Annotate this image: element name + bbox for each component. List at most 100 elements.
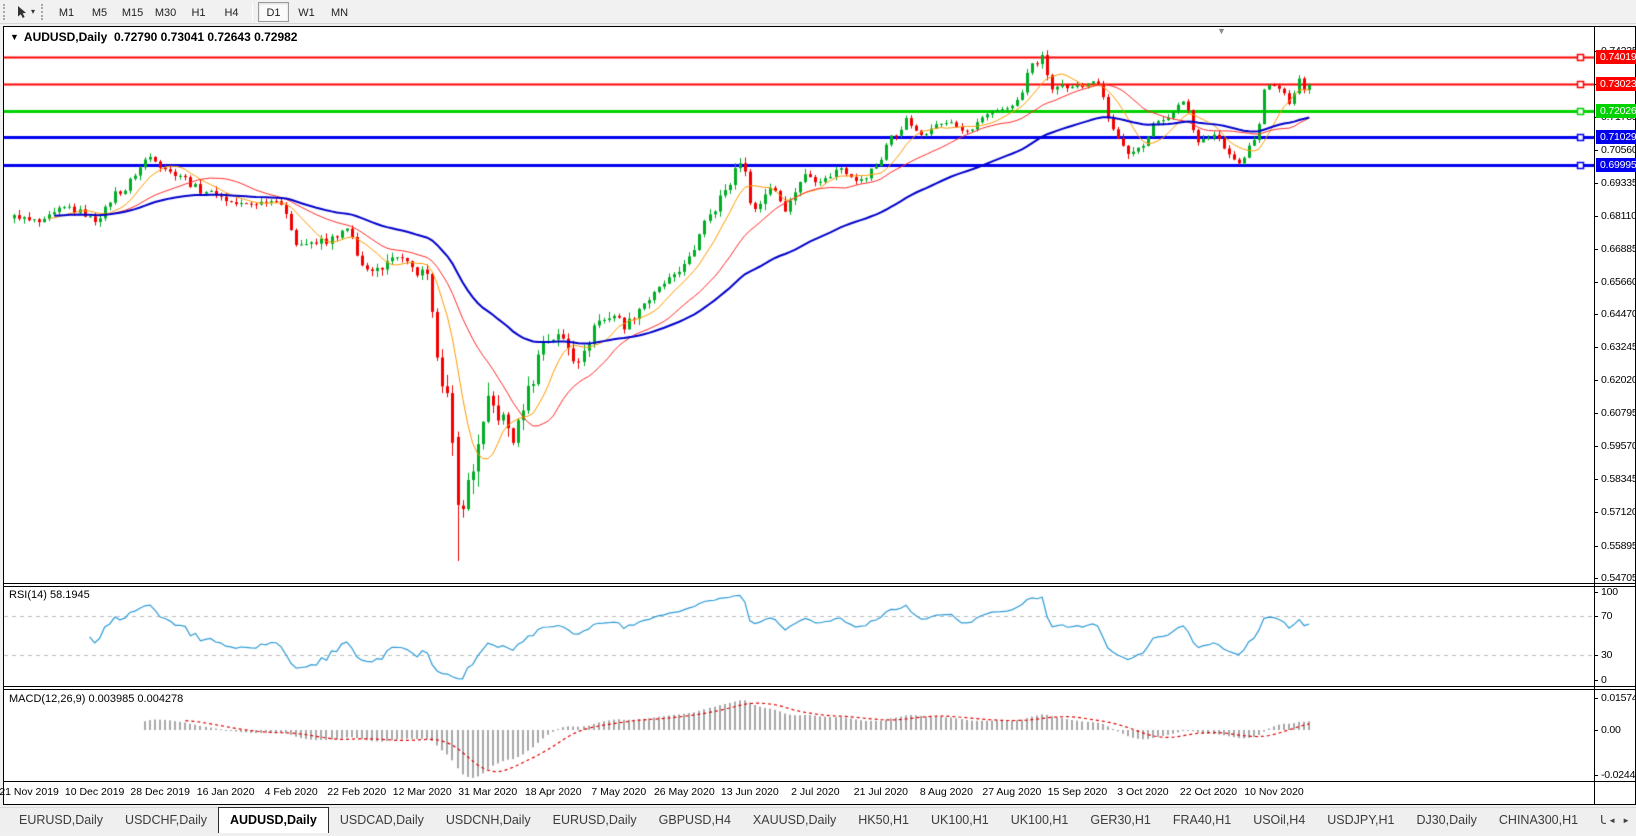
symbol-tab-usdchf-daily[interactable]: USDCHF,Daily: [114, 809, 218, 833]
price-axis-tick: 0.63245: [1595, 341, 1636, 353]
date-label: 12 Mar 2020: [393, 786, 452, 798]
date-label: 3 Oct 2020: [1117, 786, 1168, 798]
chart-symbol-title: AUDUSD,Daily: [24, 30, 107, 44]
date-label: 2 Jul 2020: [791, 786, 839, 798]
toolbar-separator: [252, 3, 253, 21]
timeframe-button-m1[interactable]: M1: [51, 2, 82, 22]
symbol-tab-xauusd-daily[interactable]: XAUUSD,Daily: [742, 809, 847, 833]
price-axis-tick: 0.64470: [1595, 308, 1636, 320]
macd-pane-canvas[interactable]: [4, 690, 1594, 781]
price-level-badge[interactable]: 0.74019: [1596, 50, 1636, 64]
symbol-tab-gbpusd-h4[interactable]: GBPUSD,H4: [648, 809, 742, 833]
date-label: 21 Jul 2020: [854, 786, 908, 798]
symbol-tab-uk100-h1[interactable]: UK100,H1: [1000, 809, 1080, 833]
timeframe-button-d1[interactable]: D1: [258, 2, 289, 22]
date-axis[interactable]: 21 Nov 201910 Dec 201928 Dec 201916 Jan …: [4, 782, 1594, 804]
price-level-badge[interactable]: 0.69995: [1596, 158, 1636, 172]
date-label: 7 May 2020: [591, 786, 646, 798]
date-label: 22 Feb 2020: [327, 786, 386, 798]
timeframe-button-h4[interactable]: H4: [216, 2, 247, 22]
symbol-tab-ger30-h1[interactable]: GER30,H1: [1079, 809, 1161, 833]
tab-scroll-right-icon[interactable]: ►: [1622, 816, 1630, 825]
symbol-tab-dj30-daily[interactable]: DJ30,Daily: [1405, 809, 1487, 833]
price-chart-canvas[interactable]: [4, 27, 1594, 583]
chart-shift-marker[interactable]: ▼: [1217, 26, 1226, 36]
rsi-indicator-label: RSI(14) 58.1945: [9, 589, 90, 601]
price-axis-tick: 0.59570: [1595, 440, 1636, 452]
symbol-tab-usoil-da[interactable]: USOil,Da: [1589, 809, 1606, 833]
timeframe-button-w1[interactable]: W1: [291, 2, 322, 22]
price-level-badge[interactable]: 0.71029: [1596, 130, 1636, 144]
price-level-badge[interactable]: 0.72026: [1596, 104, 1636, 118]
date-label: 28 Dec 2019: [130, 786, 190, 798]
timeframe-button-m15[interactable]: M15: [117, 2, 148, 22]
price-axis[interactable]: 0.742350.730100.717850.705600.693350.681…: [1595, 27, 1636, 804]
price-axis-tick: 100: [1595, 586, 1636, 598]
pane-separator[interactable]: [4, 583, 1635, 587]
price-axis-tick: 0.68110: [1595, 210, 1636, 222]
toolbar-grip-2[interactable]: [41, 4, 46, 20]
price-axis-tick: 0.60795: [1595, 407, 1636, 419]
price-axis-tick: 30: [1595, 649, 1636, 661]
date-label: 21 Nov 2019: [0, 786, 59, 798]
symbol-tab-usdcnh-daily[interactable]: USDCNH,Daily: [435, 809, 542, 833]
symbol-tab-usdjpy-h1[interactable]: USDJPY,H1: [1316, 809, 1405, 833]
tab-scroll-arrows: ◄ ►: [1606, 807, 1636, 833]
price-level-badge[interactable]: 0.73023: [1596, 77, 1636, 91]
symbol-tab-eurusd-daily[interactable]: EURUSD,Daily: [542, 809, 648, 833]
date-label: 8 Aug 2020: [920, 786, 973, 798]
date-label: 22 Oct 2020: [1180, 786, 1237, 798]
date-label: 4 Feb 2020: [265, 786, 318, 798]
date-label: 31 Mar 2020: [458, 786, 517, 798]
symbol-tab-usoil-h4[interactable]: USOil,H4: [1242, 809, 1316, 833]
price-axis-tick: 0: [1595, 674, 1636, 686]
price-axis-tick: 0.66885: [1595, 243, 1636, 255]
macd-indicator-label: MACD(12,26,9) 0.003985 0.004278: [9, 693, 183, 705]
timeframe-button-m5[interactable]: M5: [84, 2, 115, 22]
price-axis-tick: 0.00: [1595, 724, 1636, 736]
symbol-tab-eurusd-daily[interactable]: EURUSD,Daily: [8, 809, 114, 833]
symbol-tab-bar: EURUSD,DailyUSDCHF,DailyAUDUSD,DailyUSDC…: [0, 807, 1636, 833]
rsi-pane-canvas[interactable]: [4, 586, 1594, 686]
symbol-tab-hk50-h1[interactable]: HK50,H1: [847, 809, 920, 833]
price-axis-tick: 0.015741: [1595, 692, 1636, 704]
timeframe-button-m30[interactable]: M30: [150, 2, 181, 22]
timeframe-button-group: M1M5M15M30H1H4 D1W1MN: [50, 2, 356, 22]
cursor-tool-button[interactable]: ▾: [12, 2, 38, 22]
chart-window: ▼ AUDUSD,Daily 0.72790 0.73041 0.72643 0.…: [3, 26, 1636, 805]
date-label: 18 Apr 2020: [525, 786, 582, 798]
price-axis-tick: 0.55895: [1595, 540, 1636, 552]
price-axis-tick: 0.58345: [1595, 473, 1636, 485]
chart-ohlc-values: 0.72790 0.73041 0.72643 0.72982: [114, 30, 298, 44]
date-label: 15 Sep 2020: [1048, 786, 1108, 798]
chevron-down-icon: ▾: [31, 7, 35, 16]
date-label: 10 Dec 2019: [65, 786, 125, 798]
date-label: 10 Nov 2020: [1244, 786, 1304, 798]
symbol-tab-fra40-h1[interactable]: FRA40,H1: [1162, 809, 1242, 833]
symbol-tabs: EURUSD,DailyUSDCHF,DailyAUDUSD,DailyUSDC…: [0, 807, 1606, 833]
symbol-tab-audusd-daily[interactable]: AUDUSD,Daily: [218, 807, 329, 833]
mt4-window: ▾ M1M5M15M30H1H4 D1W1MN ▼ AUDUSD,Daily 0.7…: [0, 0, 1636, 836]
price-axis-tick: 0.54705: [1595, 572, 1636, 584]
chart-title: ▼ AUDUSD,Daily 0.72790 0.73041 0.72643 0.…: [10, 30, 297, 44]
timeframe-button-h1[interactable]: H1: [183, 2, 214, 22]
date-label: 27 Aug 2020: [982, 786, 1041, 798]
timeframe-button-mn[interactable]: MN: [324, 2, 355, 22]
tab-scroll-left-icon[interactable]: ◄: [1608, 816, 1616, 825]
date-label: 13 Jun 2020: [721, 786, 779, 798]
symbol-tab-china300-h1[interactable]: CHINA300,H1: [1488, 809, 1589, 833]
cursor-icon: [15, 5, 29, 19]
price-axis-tick: 0.70560: [1595, 144, 1636, 156]
symbol-tab-usdcad-daily[interactable]: USDCAD,Daily: [329, 809, 435, 833]
pane-separator[interactable]: [4, 686, 1635, 690]
chart-menu-icon[interactable]: ▼: [10, 32, 19, 42]
toolbar-grip[interactable]: [3, 4, 8, 20]
price-axis-tick: -0.024412: [1595, 769, 1636, 781]
date-label: 26 May 2020: [654, 786, 715, 798]
date-label: 16 Jan 2020: [197, 786, 255, 798]
price-axis-tick: 0.65660: [1595, 276, 1636, 288]
price-axis-tick: 0.69335: [1595, 177, 1636, 189]
price-axis-tick: 0.57120: [1595, 506, 1636, 518]
price-axis-tick: 0.62020: [1595, 374, 1636, 386]
symbol-tab-uk100-h1[interactable]: UK100,H1: [920, 809, 1000, 833]
